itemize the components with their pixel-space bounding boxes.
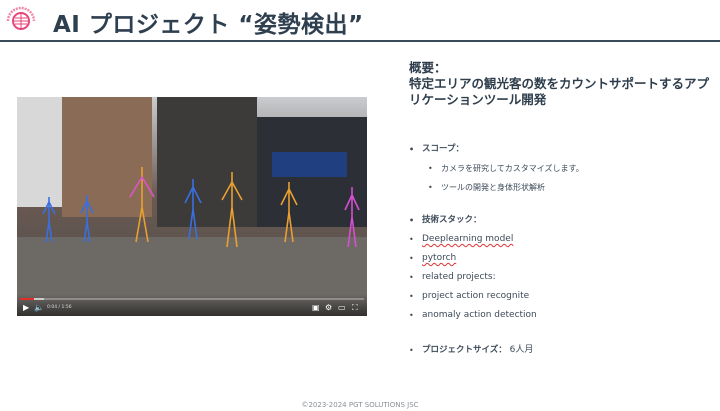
- overview-text: 特定エリアの観光客の数をカウントサポートするアプリケーションツール開発: [409, 76, 710, 107]
- project-size-label: プロジェクトサイズ：: [422, 345, 507, 355]
- settings-gear-icon[interactable]: ⚙: [325, 304, 332, 312]
- header-divider: [0, 40, 720, 42]
- tech-item: Deeplearning model: [409, 234, 709, 245]
- play-icon[interactable]: ▶: [23, 304, 29, 312]
- played-bar: [20, 298, 34, 300]
- tech-item: related projects:: [409, 272, 709, 283]
- video-time: 0:04 / 1:56: [47, 305, 72, 310]
- page-title: AI プロジェクト “姿勢検出”: [53, 12, 364, 38]
- tech-item: pytorch: [409, 253, 709, 264]
- video-player[interactable]: ▶ 🔈 0:04 / 1:56 ▣ ⚙ ▭ ⛶: [17, 97, 367, 316]
- overview-label: 概要：: [409, 60, 447, 75]
- footer-copyright: ©2023-2024 PGT SOLUTIONS JSC: [301, 401, 419, 409]
- fullscreen-icon[interactable]: ⛶: [352, 304, 358, 312]
- miniplayer-icon[interactable]: ▭: [338, 304, 346, 312]
- subtitles-icon[interactable]: ▣: [312, 304, 320, 312]
- project-size: プロジェクトサイズ： 6人月: [409, 345, 709, 356]
- tech-item: project action recognite: [409, 291, 709, 302]
- tech-stack-label: 技術スタック：: [409, 215, 709, 226]
- pgt-logo: [6, 6, 36, 30]
- project-info: 概要： 特定エリアの観光客の数をカウントサポートするアプリケーションツール開発 …: [409, 60, 709, 356]
- tech-item: anomaly action detection: [409, 310, 709, 321]
- scope-label: スコープ：: [409, 144, 709, 155]
- volume-icon[interactable]: 🔈: [34, 304, 44, 312]
- header: AI プロジェクト “姿勢検出”: [0, 0, 720, 42]
- seek-bar[interactable]: [20, 298, 364, 300]
- video-frame-street-scene: [17, 97, 367, 316]
- scope-item: カメラを研究してカスタマイズします。: [428, 163, 709, 174]
- video-controls: ▶ 🔈 0:04 / 1:56 ▣ ⚙ ▭ ⛶: [17, 294, 367, 316]
- scope-item: ツールの開発と身体形状解析: [428, 182, 709, 193]
- project-size-value: 6人月: [509, 345, 534, 355]
